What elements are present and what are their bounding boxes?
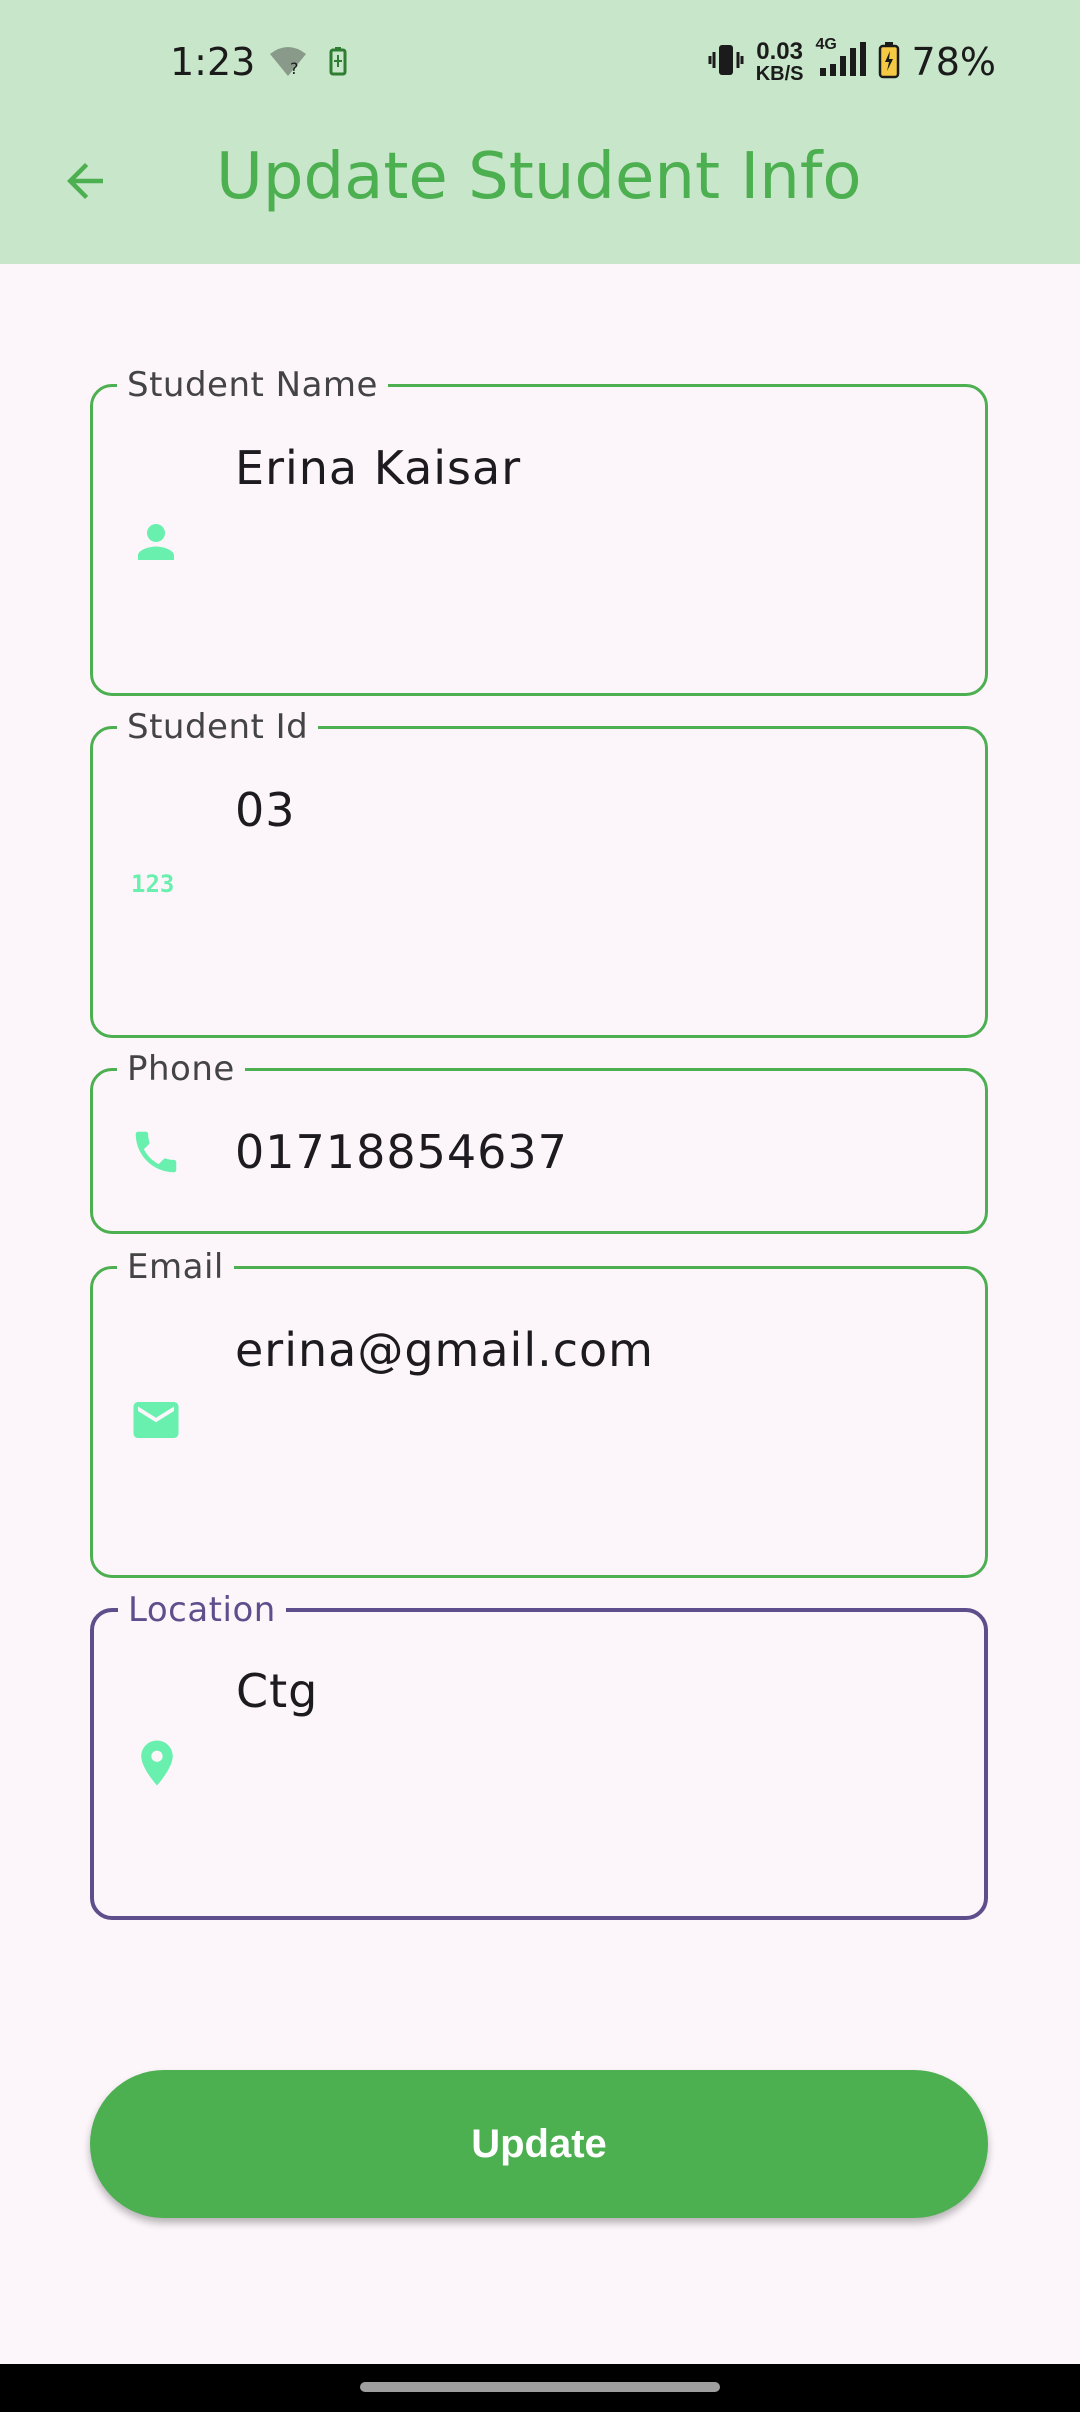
network-speed-value: 0.03 <box>756 38 803 65</box>
location-label: Location <box>118 1590 286 1630</box>
phone-label: Phone <box>117 1049 245 1089</box>
email-label: Email <box>117 1247 234 1287</box>
location-pin-icon <box>130 1736 184 1790</box>
app-bar: 1:23 ? 0.03 KB/S 4G 78% Update Student I… <box>0 0 1080 264</box>
system-nav-bar <box>0 2364 1080 2412</box>
phone-field[interactable]: Phone 01718854637 <box>90 1049 988 1234</box>
network-speed-unit: KB/S <box>755 63 804 85</box>
network-speed: 0.03 KB/S <box>755 38 804 85</box>
back-button[interactable] <box>50 146 120 216</box>
email-input[interactable]: erina@gmail.com <box>235 1323 654 1377</box>
student-name-input[interactable]: Erina Kaisar <box>235 441 521 495</box>
student-name-label: Student Name <box>117 365 388 405</box>
phone-icon <box>129 1125 183 1179</box>
home-gesture-handle[interactable] <box>360 2382 720 2392</box>
page-title: Update Student Info <box>216 140 862 214</box>
mail-icon <box>129 1393 183 1447</box>
email-field[interactable]: Email erina@gmail.com <box>90 1247 988 1578</box>
student-id-input[interactable]: 03 <box>235 783 296 837</box>
battery-saver-icon <box>328 46 348 81</box>
status-icons-right: 0.03 KB/S 4G 78% <box>708 36 996 85</box>
location-input[interactable]: Ctg <box>236 1664 318 1718</box>
person-icon <box>129 515 183 569</box>
status-icons-left: ? <box>268 44 348 83</box>
number-123-icon: 123 <box>129 857 183 911</box>
student-id-field[interactable]: Student Id 123 03 <box>90 707 988 1038</box>
battery-percent: 78% <box>911 40 996 84</box>
student-name-field[interactable]: Student Name Erina Kaisar <box>90 365 988 696</box>
wifi-icon: ? <box>268 44 308 83</box>
vibrate-icon <box>708 42 744 83</box>
status-time: 1:23 <box>170 40 256 84</box>
update-button[interactable]: Update <box>90 2070 988 2218</box>
arrow-back-icon <box>67 163 103 199</box>
location-field[interactable]: Location Ctg <box>90 1590 988 1920</box>
signal-icon: 4G <box>816 36 866 83</box>
network-type: 4G <box>815 35 837 53</box>
svg-text:?: ? <box>290 59 299 78</box>
student-id-label: Student Id <box>117 707 319 747</box>
svg-text:123: 123 <box>131 870 174 898</box>
phone-input[interactable]: 01718854637 <box>235 1125 568 1179</box>
battery-icon <box>878 41 900 84</box>
